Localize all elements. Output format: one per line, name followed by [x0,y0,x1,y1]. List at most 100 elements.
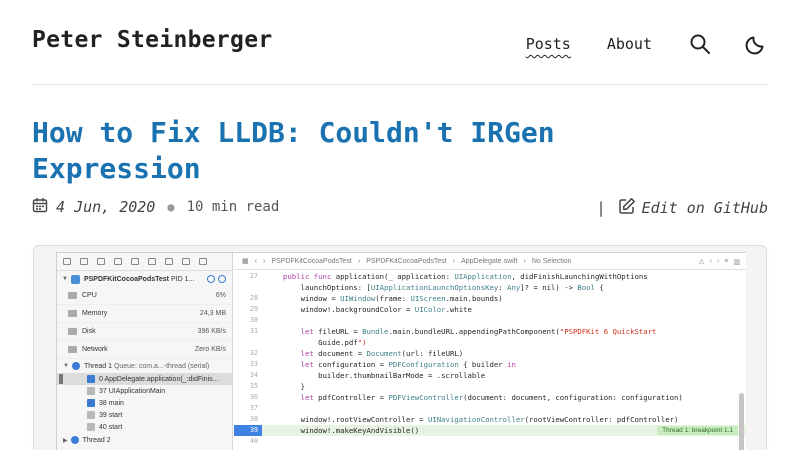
line-number[interactable]: 34 [234,370,258,381]
code-line[interactable]: 34 builder.thumbnailBarMode = .scrollabl… [234,370,746,381]
gauge-cpu[interactable]: CPU 6% [57,287,232,305]
line-number[interactable]: 35 [234,381,258,392]
site-title[interactable]: Peter Steinberger [32,27,273,53]
code-line[interactable]: 39 window!.makeKeyAndVisible() Thread 1: … [234,425,746,436]
code-line[interactable]: 27 public func application(_ application:… [234,271,746,282]
code-line[interactable]: 37 [234,403,746,414]
stack-frame[interactable]: 39 start [57,409,232,421]
disclosure-triangle-icon[interactable]: ▼ [63,363,69,369]
issue-warning-icon[interactable]: ⚠ [698,258,704,266]
editor-scrollbar[interactable] [739,393,744,450]
gauge-network[interactable]: Network Zero KB/s [57,341,232,359]
disclosure-triangle-icon[interactable]: ▼ [62,276,68,282]
main-nav: Posts About [526,30,768,58]
code-area[interactable]: 27 public func application(_ application:… [234,271,746,447]
code-line[interactable]: 40 [234,436,746,447]
project-navigator-icon[interactable] [63,258,71,265]
line-number[interactable]: 27 [234,271,258,282]
stack-frame[interactable]: 40 start [57,421,232,433]
forward-chevron-icon[interactable]: › [263,258,265,265]
code-text: window!.backgroundColor = UIColor.white [283,305,472,314]
post-date: 4 Jun, 2020 [56,198,156,216]
stack-frame[interactable]: 38 main [57,397,232,409]
code-line[interactable]: 31 let fileURL = Bundle.main.bundleURL.a… [234,326,746,337]
edit-on-github-link[interactable]: Edit on GitHub [642,199,768,217]
code-line[interactable]: Guide.pdf") [234,337,746,348]
line-number[interactable]: 40 [234,436,258,447]
meta-pipe-separator: | [596,199,606,217]
split-editor-icon[interactable]: ▥ [733,258,740,266]
memory-icon [68,310,77,317]
line-number[interactable]: 32 [234,348,258,359]
symbol-navigator-icon[interactable] [97,258,105,265]
stack-frame[interactable]: 37 UIApplicationMain [57,385,232,397]
thread-label: Thread 1 [83,362,112,370]
next-issue-icon[interactable]: › [717,258,719,266]
line-number[interactable]: 30 [234,315,258,326]
line-number[interactable]: 36 [234,392,258,403]
code-line[interactable]: 35 } [234,381,746,392]
breakpoint-navigator-icon[interactable] [182,258,190,265]
process-pid: PID 1... [170,275,195,283]
code-line[interactable]: 32 let document = Document(url: fileURL) [234,348,746,359]
gauge-label: Disk [82,328,96,335]
code-line[interactable]: 29 window!.backgroundColor = UIColor.whi… [234,304,746,315]
nav-posts-link[interactable]: Posts [526,35,571,53]
line-number[interactable]: 28 [234,293,258,304]
issue-navigator-icon[interactable] [131,258,139,265]
find-navigator-icon[interactable] [114,258,122,265]
back-chevron-icon[interactable]: ‹ [255,258,257,265]
process-name: PSPDFKitCocoaPodsTest [83,275,170,283]
code-line[interactable]: 33 let configuration = PDFConfiguration … [234,359,746,370]
nav-about-link[interactable]: About [607,35,652,53]
related-items-icon[interactable]: ≡ [724,258,728,266]
stack-frame[interactable]: 0 AppDelegate.application(_:didFinis... [57,373,232,385]
chevron-right-icon: › [523,257,526,265]
gauge-disk[interactable]: Disk 396 KB/s [57,323,232,341]
code-line[interactable]: 30 [234,315,746,326]
system-frame-icon [87,411,95,419]
network-icon [68,346,77,353]
code-line[interactable]: 38 window!.rootViewController = UINaviga… [234,414,746,425]
system-frame-icon [87,387,95,395]
jumpbar-group[interactable]: PSPDFKitCocoaPodsTest [366,258,447,265]
code-text: builder.thumbnailBarMode = .scrollable [283,371,486,380]
search-icon[interactable] [688,32,712,56]
thread-row-2[interactable]: ▶ Thread 2 [57,433,232,447]
process-row[interactable]: ▼ PSPDFKitCocoaPodsTest PID 1... [57,271,232,287]
jumpbar-file[interactable]: AppDelegate.swift [461,258,517,265]
source-control-icon[interactable] [80,258,88,265]
disk-icon [68,328,77,335]
moon-icon[interactable] [744,32,768,56]
code-line[interactable]: 28 window = UIWindow(frame: UIScreen.mai… [234,293,746,304]
code-line[interactable]: launchOptions: [UIApplicationLaunchOptio… [234,282,746,293]
code-line[interactable]: 36 let pdfController = PDFViewController… [234,392,746,403]
code-text: let fileURL = Bundle.main.bundleURL.appe… [300,327,657,336]
line-number[interactable]: 33 [234,359,258,370]
disclosure-triangle-icon[interactable]: ▶ [63,437,68,444]
prev-issue-icon[interactable]: ‹ [710,258,712,266]
system-frame-icon [87,423,95,431]
line-number[interactable]: 37 [234,403,258,414]
line-number[interactable]: 31 [234,326,258,337]
report-navigator-icon[interactable] [199,258,207,265]
chevron-right-icon: › [357,257,361,265]
thread-row[interactable]: ▼ Thread 1 Queue: com.a...-thread (seria… [57,359,232,373]
meta-dot-separator: ● [167,200,175,214]
grid-icon[interactable]: ▦ [242,257,249,265]
line-number[interactable]: 38 [234,414,258,425]
post-title[interactable]: How to Fix LLDB: Couldn't IRGen Expressi… [32,115,692,187]
gauge-memory[interactable]: Memory 24,3 MB [57,305,232,323]
test-navigator-icon[interactable] [148,258,156,265]
jumpbar-selection[interactable]: No Selection [532,258,572,265]
line-number[interactable]: 39 [234,425,262,436]
user-frame-icon [87,375,95,383]
thread-queue: Queue: com.a...-thread (serial) [113,362,210,370]
code-text: window!.makeKeyAndVisible() [283,426,420,435]
code-text: public func application(_ application: U… [283,272,648,281]
line-number[interactable]: 29 [234,304,258,315]
jumpbar-project[interactable]: PSPDFKitCocoaPodsTest [271,258,352,265]
debug-navigator-icon[interactable] [165,258,173,265]
calendar-icon [32,197,48,217]
edit-icon[interactable] [618,197,636,219]
